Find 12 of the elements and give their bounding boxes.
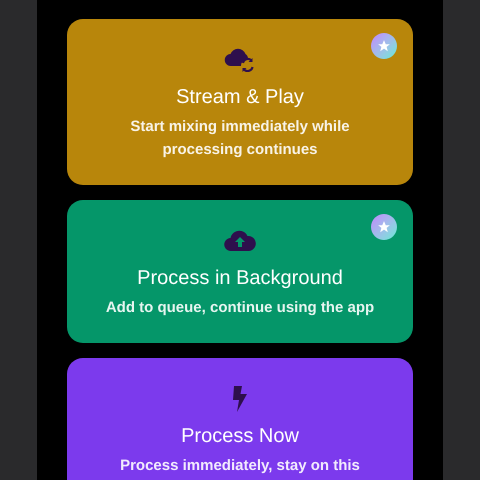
option-card[interactable]: Stream & Play Start mixing immediately while processing continues xyxy=(67,19,413,185)
bolt-icon xyxy=(232,386,248,412)
option-title: Stream & Play xyxy=(176,85,304,110)
option-description: Start mixing immediately while processing continues xyxy=(129,117,351,160)
option-description: Add to queue, continue using the app xyxy=(106,298,374,318)
cloud-upload-icon xyxy=(224,229,256,253)
option-title: Process in Background xyxy=(137,266,343,291)
option-card[interactable]: Process in Background Add to queue, continue using the app xyxy=(67,200,413,343)
option-description: Process immediately, stay on this xyxy=(120,456,360,476)
option-card[interactable]: Process Now Process immediately, stay on this xyxy=(67,358,413,480)
cloud-sync-icon xyxy=(224,48,256,72)
option-title: Process Now xyxy=(181,424,299,449)
